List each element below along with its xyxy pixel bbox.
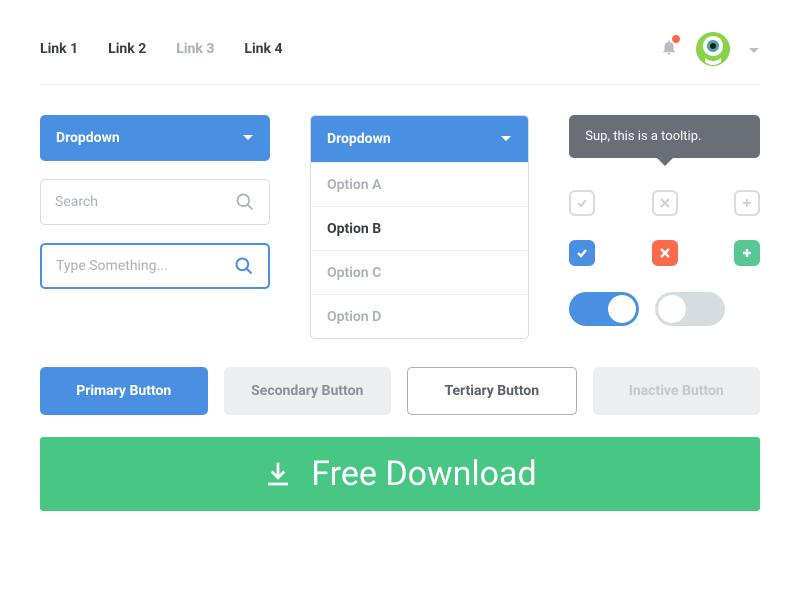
search-field-active[interactable] (56, 258, 234, 274)
nav-link-3[interactable]: Link 3 (176, 41, 214, 57)
button-row: Primary Button Secondary Button Tertiary… (40, 367, 760, 415)
dropdown-open: Dropdown Option A Option B Option C Opti… (310, 115, 529, 339)
toggle-on[interactable] (569, 292, 639, 326)
plus-chip-filled[interactable] (734, 240, 760, 266)
notification-bell-icon[interactable] (660, 38, 678, 60)
plus-icon (742, 198, 752, 208)
search-input-blue[interactable] (40, 243, 270, 289)
header-right (660, 32, 760, 66)
close-icon (660, 248, 670, 258)
avatar[interactable] (696, 32, 730, 66)
toggle-off[interactable] (655, 292, 725, 326)
search-icon (235, 192, 255, 212)
nav-link-4[interactable]: Link 4 (244, 41, 282, 57)
notification-dot (672, 35, 680, 43)
toggles (569, 292, 760, 326)
check-icon (576, 197, 588, 209)
nav: Link 1 Link 2 Link 3 Link 4 (40, 41, 283, 57)
dropdown-option[interactable]: Option C (311, 250, 528, 294)
dropdown-open-head[interactable]: Dropdown (311, 116, 528, 162)
dropdown-closed[interactable]: Dropdown (40, 115, 270, 161)
primary-button[interactable]: Primary Button (40, 367, 208, 415)
download-icon (263, 459, 293, 489)
check-chip-filled[interactable] (569, 240, 595, 266)
search-icon (234, 256, 254, 276)
check-icon (576, 247, 588, 259)
dropdown-option[interactable]: Option A (311, 162, 528, 206)
inactive-button: Inactive Button (593, 367, 761, 415)
check-chip-outline[interactable] (569, 190, 595, 216)
toggle-knob (608, 295, 636, 323)
chevron-down-icon (242, 134, 254, 142)
dropdown-option[interactable]: Option D (311, 294, 528, 338)
close-icon (660, 198, 670, 208)
plus-chip-outline[interactable] (734, 190, 760, 216)
search-input-gray[interactable] (40, 179, 270, 225)
close-chip-filled[interactable] (652, 240, 678, 266)
dropdown-option[interactable]: Option B (311, 206, 528, 250)
secondary-button[interactable]: Secondary Button (224, 367, 392, 415)
icon-chips-filled (569, 240, 760, 266)
toggle-knob (658, 295, 686, 323)
plus-icon (742, 248, 752, 258)
header: Link 1 Link 2 Link 3 Link 4 (40, 24, 760, 85)
tooltip: Sup, this is a tooltip. (569, 115, 760, 158)
search-field[interactable] (55, 194, 235, 210)
profile-caret-icon[interactable] (748, 40, 760, 59)
nav-link-1[interactable]: Link 1 (40, 41, 78, 57)
dropdown-open-label: Dropdown (327, 131, 391, 147)
cta-download[interactable]: Free Download (40, 437, 760, 511)
close-chip-outline[interactable] (652, 190, 678, 216)
cta-label: Free Download (311, 454, 536, 494)
icon-chips-outline (569, 190, 760, 216)
dropdown-label: Dropdown (56, 130, 120, 146)
tertiary-button[interactable]: Tertiary Button (407, 367, 577, 415)
chevron-down-icon (500, 135, 512, 143)
nav-link-2[interactable]: Link 2 (108, 41, 146, 57)
